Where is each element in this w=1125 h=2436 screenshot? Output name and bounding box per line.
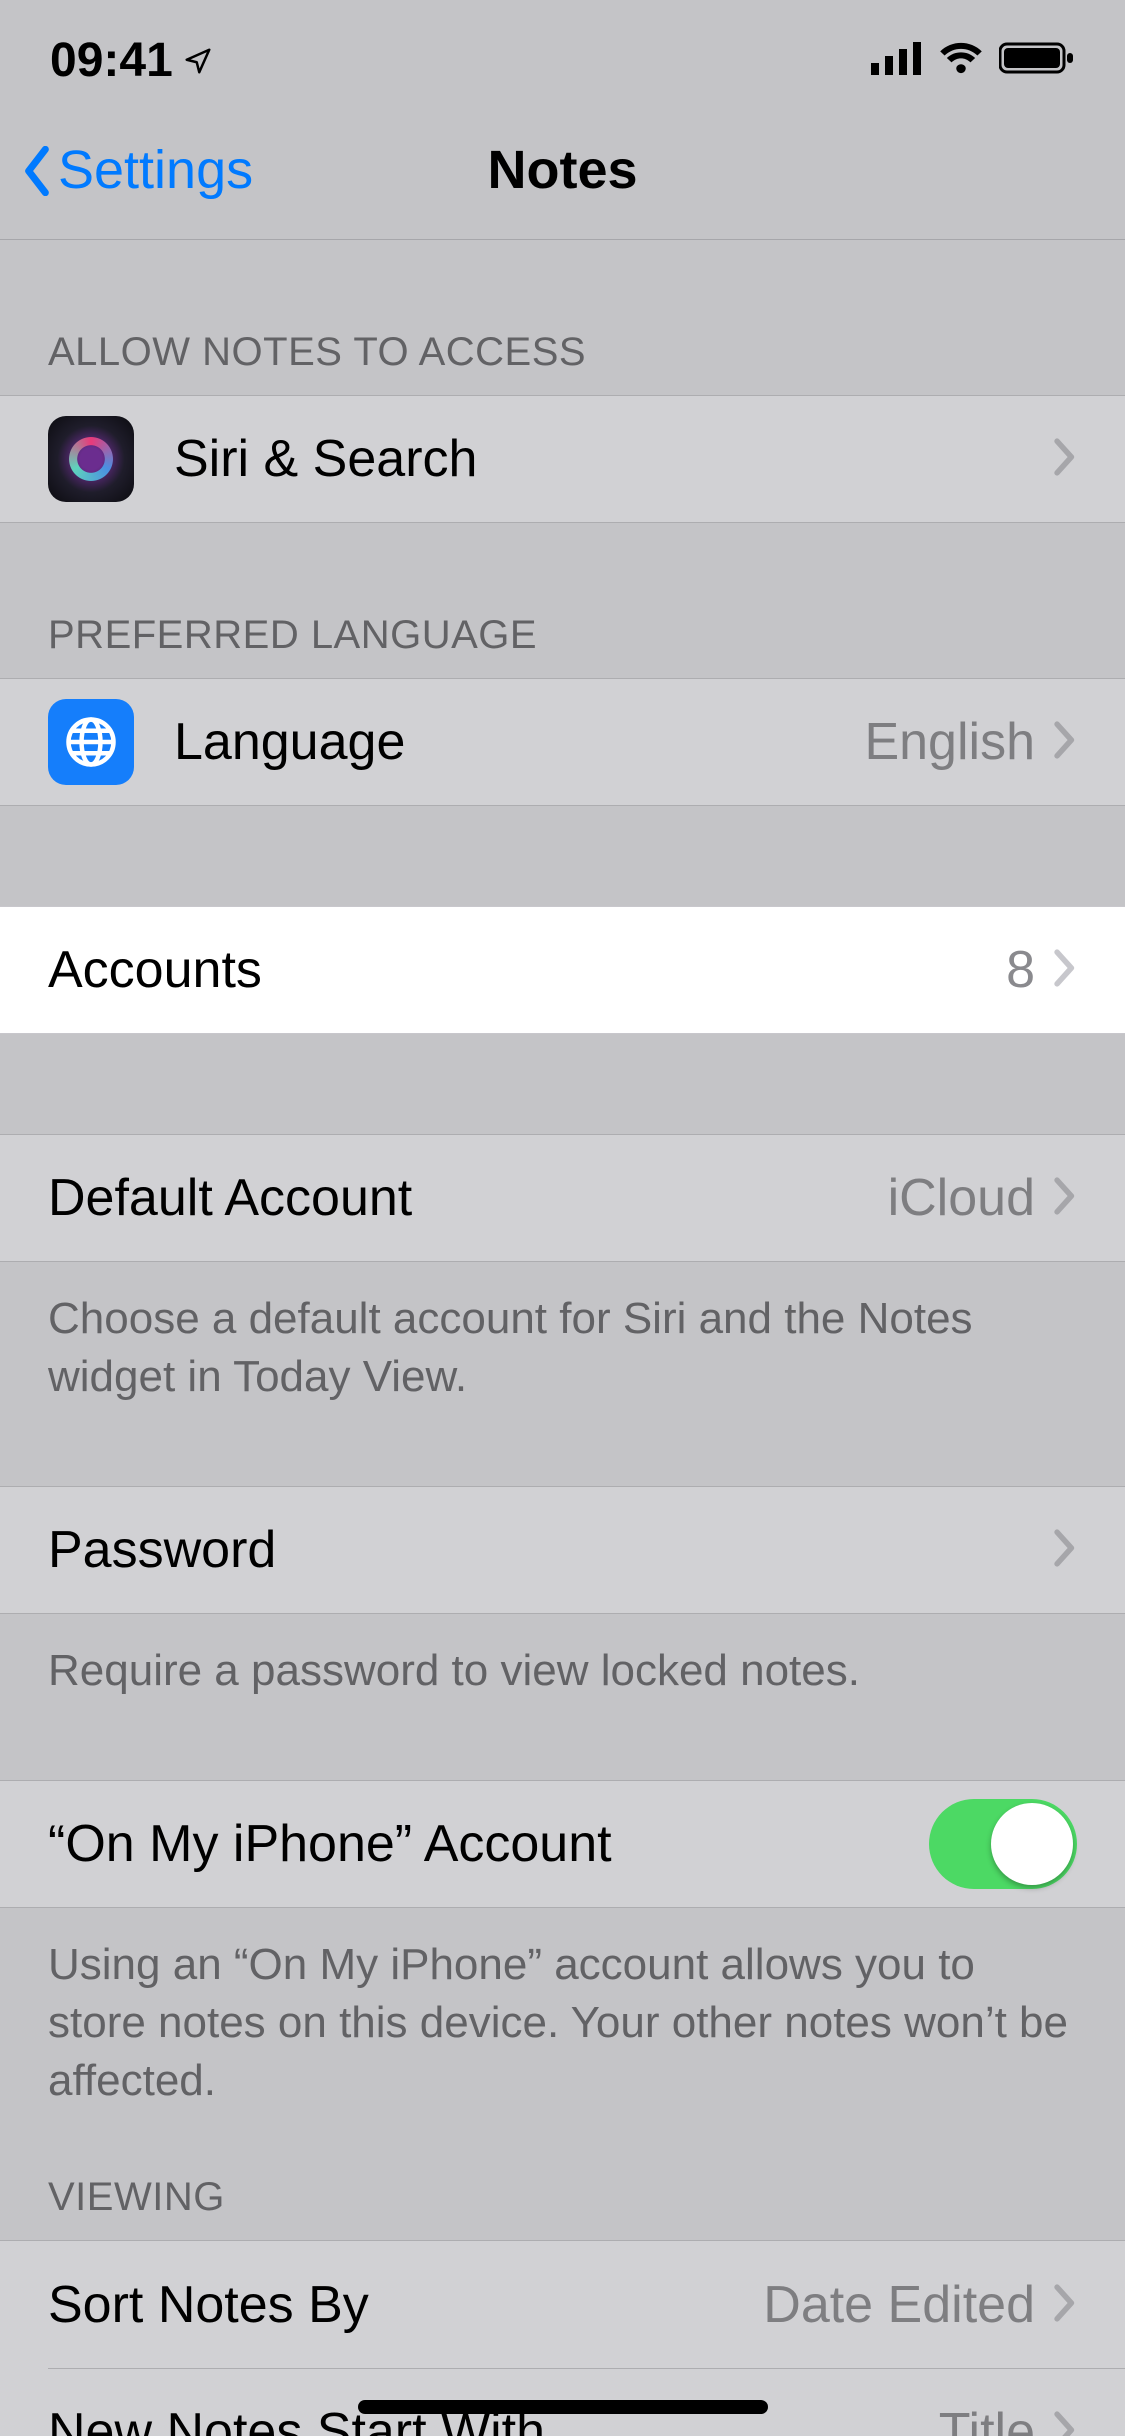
row-sort-notes-by[interactable]: Sort Notes By Date Edited: [0, 2240, 1125, 2368]
row-value: Title: [939, 2402, 1035, 2436]
siri-icon: [48, 416, 134, 502]
chevron-left-icon: [20, 146, 54, 196]
status-bar: 09:41: [0, 0, 1125, 100]
chevron-right-icon: [1053, 1168, 1077, 1228]
chevron-right-icon: [1053, 940, 1077, 1000]
row-label: Language: [174, 712, 864, 772]
home-indicator[interactable]: [358, 2400, 768, 2414]
row-label: “On My iPhone” Account: [48, 1814, 929, 1874]
row-language[interactable]: Language English: [0, 678, 1125, 806]
battery-icon: [999, 41, 1075, 80]
wifi-icon: [937, 41, 985, 80]
row-value: Date Edited: [763, 2275, 1035, 2335]
section-header-viewing: VIEWING: [0, 2110, 1125, 2240]
row-accounts[interactable]: Accounts 8: [0, 906, 1125, 1034]
row-label: Sort Notes By: [48, 2275, 763, 2335]
section-header-allow-access: ALLOW NOTES TO ACCESS: [0, 240, 1125, 395]
row-value: 8: [1006, 940, 1035, 1000]
back-label: Settings: [58, 139, 253, 201]
chevron-right-icon: [1053, 429, 1077, 489]
chevron-right-icon: [1053, 1520, 1077, 1580]
row-value: iCloud: [888, 1168, 1035, 1228]
nav-bar: Settings Notes: [0, 100, 1125, 240]
on-my-iphone-toggle[interactable]: [929, 1799, 1077, 1889]
row-label: Password: [48, 1520, 1035, 1580]
row-default-account[interactable]: Default Account iCloud: [0, 1134, 1125, 1262]
row-value: English: [864, 712, 1035, 772]
row-label: Default Account: [48, 1168, 888, 1228]
row-siri-search[interactable]: Siri & Search: [0, 395, 1125, 523]
chevron-right-icon: [1053, 2275, 1077, 2335]
row-label: Accounts: [48, 940, 1006, 1000]
footer-default-account: Choose a default account for Siri and th…: [0, 1262, 1125, 1406]
footer-password: Require a password to view locked notes.: [0, 1614, 1125, 1700]
row-on-my-iphone: “On My iPhone” Account: [0, 1780, 1125, 1908]
cellular-icon: [871, 41, 923, 80]
chevron-right-icon: [1053, 2402, 1077, 2436]
row-label: Siri & Search: [174, 429, 1035, 489]
chevron-right-icon: [1053, 712, 1077, 772]
status-time: 09:41: [50, 33, 173, 88]
section-header-language: PREFERRED LANGUAGE: [0, 523, 1125, 678]
row-password[interactable]: Password: [0, 1486, 1125, 1614]
globe-icon: [48, 699, 134, 785]
back-button[interactable]: Settings: [0, 139, 253, 201]
footer-on-my-iphone: Using an “On My iPhone” account allows y…: [0, 1908, 1125, 2110]
location-icon: [183, 33, 213, 88]
